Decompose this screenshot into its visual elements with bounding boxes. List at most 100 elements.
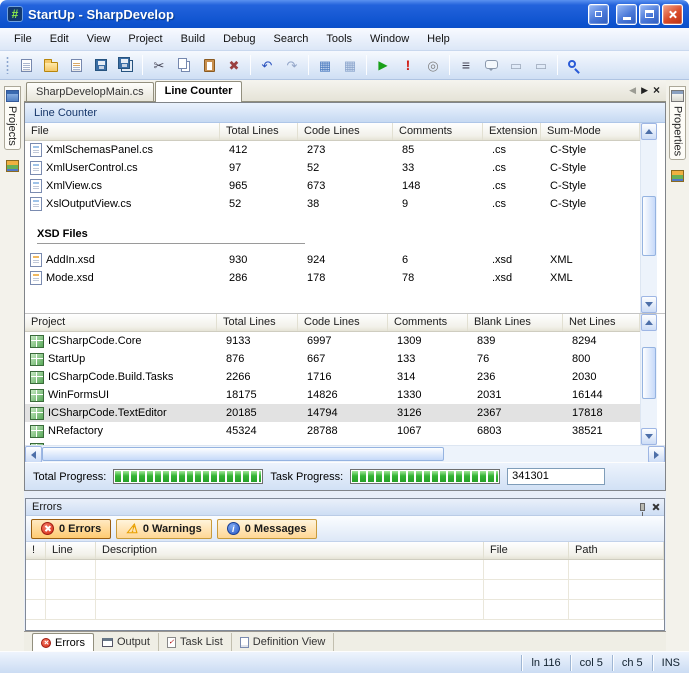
new-file-icon[interactable] (14, 54, 38, 76)
project-table-row[interactable]: WinFormsUI 18175 14826 1330 2031 16144 (25, 386, 640, 404)
build-icon[interactable]: ▦ (313, 54, 337, 76)
minimize-button[interactable] (616, 4, 637, 25)
new-project-icon[interactable] (64, 54, 88, 76)
column-header-total-lines[interactable]: Total Lines (217, 314, 298, 331)
properties-pad-tab[interactable]: Properties (669, 86, 686, 160)
menu-debug[interactable]: Debug (215, 30, 263, 48)
scroll-left-button[interactable] (25, 446, 42, 463)
maximize-button[interactable] (639, 4, 660, 25)
project-table-row[interactable]: StartUp 876 667 133 76 800 (25, 350, 640, 368)
run-icon[interactable]: ▶ (371, 54, 395, 76)
column-header-total-lines[interactable]: Total Lines (220, 123, 298, 140)
projects-pad-tab[interactable]: Projects (4, 86, 21, 150)
redo-icon[interactable]: ↷ (280, 54, 304, 76)
menu-help[interactable]: Help (419, 30, 458, 48)
pause-icon[interactable]: ◎ (421, 54, 445, 76)
menu-project[interactable]: Project (120, 30, 170, 48)
scroll-down-button[interactable] (641, 296, 657, 313)
grid-row[interactable] (26, 600, 664, 620)
scroll-up-button[interactable] (641, 314, 657, 331)
scroll-right-button[interactable] (648, 446, 665, 463)
column-header-description[interactable]: Description (96, 542, 484, 559)
column-header-extension[interactable]: Extension (483, 123, 541, 140)
show-messages-icon[interactable] (479, 54, 503, 76)
project-table-row[interactable]: ICSharpCode.Build.Tasks 2266 1716 314 23… (25, 368, 640, 386)
column-header-comments[interactable]: Comments (388, 314, 468, 331)
project-table-scrollbar[interactable] (640, 314, 657, 445)
pad-tab-definition-view[interactable]: Definition View (232, 633, 335, 651)
project-table-row[interactable]: ICSharpCode.Core 9133 6997 1309 839 8294 (25, 332, 640, 350)
project-table-row[interactable]: NRefactory 45324 28788 1067 6803 38521 (25, 422, 640, 440)
column-header-path[interactable]: Path (569, 542, 664, 559)
grid-row[interactable] (26, 560, 664, 580)
pad-tab-output[interactable]: Output (94, 633, 159, 651)
scrollbar-thumb[interactable] (642, 196, 656, 256)
menu-tools[interactable]: Tools (318, 30, 360, 48)
menu-window[interactable]: Window (362, 30, 417, 48)
undo-icon[interactable]: ↶ (255, 54, 279, 76)
prev-bookmark-icon[interactable]: ▭ (504, 54, 528, 76)
file-table-row[interactable]: XmlUserControl.cs 97 52 33 .cs C-Style (25, 159, 640, 177)
close-pad-icon[interactable] (652, 503, 660, 511)
grid-row[interactable] (26, 580, 664, 600)
copy-icon[interactable] (172, 54, 196, 76)
search-icon[interactable] (562, 54, 586, 76)
scroll-up-button[interactable] (641, 123, 657, 140)
toolbar-grip[interactable] (6, 56, 9, 74)
menu-build[interactable]: Build (173, 30, 213, 48)
file-table-row[interactable]: XmlSchemasPanel.cs 412 273 85 .cs C-Styl… (25, 141, 640, 159)
open-file-icon[interactable] (39, 54, 63, 76)
next-tab-icon[interactable]: ▶ (641, 85, 648, 96)
column-header-severity[interactable]: ! (26, 542, 46, 559)
rebuild-icon[interactable]: ▦ (338, 54, 362, 76)
abort-icon[interactable]: ! (396, 54, 420, 76)
menu-edit[interactable]: Edit (42, 30, 77, 48)
column-header-project[interactable]: Project (25, 314, 217, 331)
scrollbar-track[interactable] (641, 140, 657, 296)
scroll-down-button[interactable] (641, 428, 657, 445)
file-table-row[interactable]: XslOutputView.cs 52 38 9 .cs C-Style (25, 195, 640, 213)
toolbox-pad-icon[interactable] (6, 160, 19, 172)
cut-icon[interactable]: ✂ (147, 54, 171, 76)
menu-search[interactable]: Search (266, 30, 317, 48)
column-header-net-lines[interactable]: Net Lines (563, 314, 640, 331)
column-header-line[interactable]: Line (46, 542, 96, 559)
project-table-row-selected[interactable]: ICSharpCode.TextEditor 20185 14794 3126 … (25, 404, 640, 422)
column-header-code-lines[interactable]: Code Lines (298, 123, 393, 140)
column-header-sum-mode[interactable]: Sum-Mode (541, 123, 640, 140)
scrollbar-track[interactable] (444, 446, 648, 462)
messages-filter-button[interactable]: 0 Messages (217, 519, 317, 539)
show-output-icon[interactable]: ≡ (454, 54, 478, 76)
file-table-row[interactable]: Mode.xsd 286 178 78 .xsd XML (25, 269, 640, 287)
tools-pad-icon[interactable] (671, 170, 684, 182)
menu-view[interactable]: View (79, 30, 119, 48)
column-header-code-lines[interactable]: Code Lines (298, 314, 388, 331)
file-table-row[interactable]: AddIn.xsd 930 924 6 .xsd XML (25, 251, 640, 269)
close-tab-icon[interactable]: × (653, 86, 660, 96)
save-file-icon[interactable] (89, 54, 113, 76)
horizontal-scrollbar[interactable] (25, 445, 665, 462)
scrollbar-thumb[interactable] (42, 447, 444, 461)
paste-icon[interactable] (197, 54, 221, 76)
column-header-file[interactable]: File (25, 123, 220, 140)
pad-tab-task-list[interactable]: Task List (159, 633, 232, 651)
file-table-row[interactable]: XmlView.cs 965 673 148 .cs C-Style (25, 177, 640, 195)
warnings-filter-button[interactable]: ⚠ 0 Warnings (116, 519, 212, 539)
scrollbar-track[interactable] (641, 331, 657, 428)
delete-icon[interactable]: ✖ (222, 54, 246, 76)
file-table-scrollbar[interactable] (640, 123, 657, 313)
tab-sharpdevelopmain[interactable]: SharpDevelopMain.cs (26, 82, 154, 101)
column-header-file[interactable]: File (484, 542, 569, 559)
column-header-comments[interactable]: Comments (393, 123, 483, 140)
menu-file[interactable]: File (6, 30, 40, 48)
extra-window-button[interactable] (588, 4, 609, 25)
prev-tab-icon[interactable]: ◀ (629, 85, 636, 96)
column-header-blank-lines[interactable]: Blank Lines (468, 314, 563, 331)
tab-line-counter[interactable]: Line Counter (155, 81, 243, 102)
next-bookmark-icon[interactable]: ▭ (529, 54, 553, 76)
close-button[interactable] (662, 4, 683, 25)
scrollbar-thumb[interactable] (642, 347, 656, 399)
pad-tab-errors[interactable]: Errors (32, 633, 94, 651)
errors-pad-titlebar[interactable]: Errors (26, 499, 664, 516)
titlebar[interactable]: # StartUp - SharpDevelop (0, 0, 689, 28)
